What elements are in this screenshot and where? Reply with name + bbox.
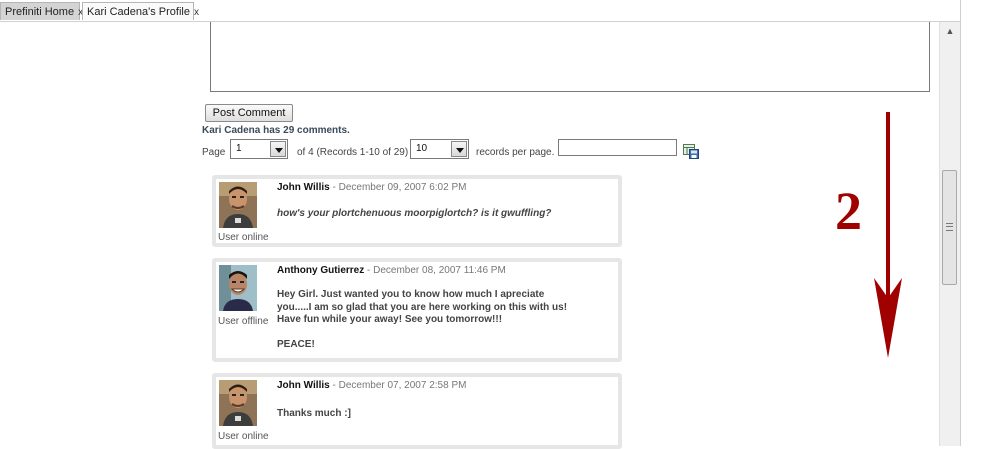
filter-input[interactable] [558,139,677,156]
vertical-scrollbar[interactable]: ▲ [939,22,960,446]
user-status: User online [218,232,269,243]
comment-author[interactable]: John Willis [277,182,330,193]
comment-count: Kari Cadena has 29 comments. [202,125,350,136]
window-edge [960,0,985,446]
page-select[interactable]: 1 [230,139,288,159]
comment-line: Hey Girl. Just wanted you to know how mu… [277,289,545,300]
export-icon[interactable] [683,144,699,159]
post-comment-button[interactable]: Post Comment [205,104,293,122]
tab-label: Prefiniti Home [5,6,75,18]
comment-text: Hey Girl. Just wanted you to know how mu… [277,289,567,351]
comment-date: - December 07, 2007 2:58 PM [332,380,467,391]
tab-kari-cadena-profile[interactable]: Kari Cadena's Profile x [82,2,199,20]
avatar[interactable] [219,265,257,311]
comment-text: how's your plortchenuous moorpiglortch? … [277,208,552,219]
comment-header: John Willis - December 09, 2007 6:02 PM [277,182,466,193]
comment-line: PEACE! [277,338,315,350]
page-select-value: 1 [236,143,242,154]
comment-card: User online John Willis - December 07, 2… [212,373,622,449]
comment-line: you.....I am so glad that you are here w… [277,301,568,313]
comment-card: User online John Willis - December 09, 2… [212,175,622,247]
comment-card: User offline Anthony Gutierrez - Decembe… [212,258,622,362]
records-summary: of 4 (Records 1-10 of 29) [297,147,409,158]
per-page-select[interactable]: 10 [410,139,469,159]
avatar[interactable] [219,182,257,228]
page-label: Page [202,147,226,158]
comment-author[interactable]: Anthony Gutierrez [277,265,364,276]
grip-icon [946,223,953,231]
comment-textarea[interactable] [210,22,930,92]
comment-line [277,327,567,339]
tab-prefiniti-home[interactable]: Prefiniti Home x [0,2,83,20]
arrow-down-icon [874,112,902,358]
per-page-label: records per page. [476,147,555,158]
comment-author[interactable]: John Willis [277,380,330,391]
comment-line: Have fun while your away! See you tomorr… [277,314,503,325]
comment-date: - December 09, 2007 6:02 PM [332,182,467,193]
annotation-number: 2 [835,181,862,241]
avatar[interactable] [219,380,257,426]
user-status: User online [218,431,269,442]
close-icon[interactable]: x [194,7,199,18]
tab-bar: Prefiniti Home x Kari Cadena's Profile x [0,0,960,22]
user-status: User offline [218,316,269,327]
scrollbar-thumb[interactable] [942,170,957,285]
tab-label: Kari Cadena's Profile [87,6,190,18]
chevron-down-icon[interactable] [451,141,467,157]
comment-header: Anthony Gutierrez - December 08, 2007 11… [277,265,506,276]
chevron-down-icon[interactable] [270,141,286,157]
comment-text: Thanks much :] [277,408,351,419]
comment-header: John Willis - December 07, 2007 2:58 PM [277,380,466,391]
comment-date: - December 08, 2007 11:46 PM [367,265,506,276]
scroll-up-icon[interactable]: ▲ [940,22,960,40]
per-page-select-value: 10 [416,143,428,154]
